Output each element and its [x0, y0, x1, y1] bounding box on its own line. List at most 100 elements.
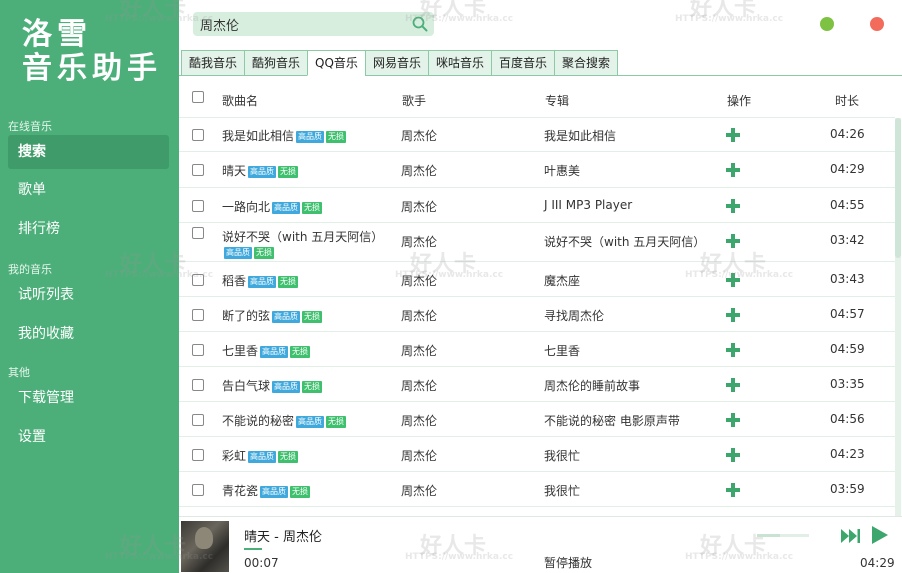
row-checkbox[interactable]	[192, 344, 204, 356]
artist-cell[interactable]: 周杰伦	[401, 233, 437, 250]
tab-2[interactable]: QQ音乐	[307, 50, 365, 76]
add-icon[interactable]	[725, 377, 741, 393]
album-cell[interactable]: 我是如此相信	[544, 127, 616, 144]
artist-cell[interactable]: 周杰伦	[401, 198, 437, 215]
album-cover[interactable]	[181, 521, 229, 572]
song-name[interactable]: 晴天	[222, 164, 246, 178]
table-row[interactable]: 稻香 高品质 无损 周杰伦 魔杰座 03:43	[179, 262, 895, 297]
artist-cell[interactable]: 周杰伦	[401, 162, 437, 179]
progress-bar[interactable]	[244, 548, 262, 550]
header-action: 操作	[727, 94, 752, 108]
sidebar-item-charts[interactable]: 排行榜	[8, 212, 169, 246]
add-icon[interactable]	[725, 162, 741, 178]
sidebar-item-downloads[interactable]: 下载管理	[8, 381, 169, 415]
add-icon[interactable]	[725, 482, 741, 498]
artist-cell[interactable]: 周杰伦	[401, 272, 437, 289]
table-row[interactable]: 我是如此相信 高品质 无损 周杰伦 我是如此相信 04:26	[179, 118, 895, 152]
sidebar-item-playlists[interactable]: 歌单	[8, 173, 169, 207]
volume-fill	[757, 534, 780, 537]
artist-cell[interactable]: 周杰伦	[401, 447, 437, 464]
song-name[interactable]: 断了的弦	[222, 309, 270, 323]
add-icon[interactable]	[725, 127, 741, 143]
song-name[interactable]: 我是如此相信	[222, 129, 294, 143]
header-song-name: 歌曲名	[222, 94, 259, 108]
album-cell[interactable]: J III MP3 Player	[544, 198, 632, 212]
album-cell[interactable]: 我很忙	[544, 447, 580, 464]
artist-cell[interactable]: 周杰伦	[401, 377, 437, 394]
search-icon[interactable]	[412, 16, 428, 32]
table-row[interactable]: 七里香 高品质 无损 周杰伦 七里香 04:59	[179, 332, 895, 367]
tab-0[interactable]: 酷我音乐	[181, 50, 245, 76]
artist-cell[interactable]: 周杰伦	[401, 127, 437, 144]
table-scrollbar[interactable]	[895, 118, 901, 516]
tab-1[interactable]: 酷狗音乐	[244, 50, 308, 76]
add-icon[interactable]	[725, 272, 741, 288]
row-checkbox[interactable]	[192, 484, 204, 496]
sidebar-item-settings[interactable]: 设置	[8, 420, 169, 454]
artist-cell[interactable]: 周杰伦	[401, 482, 437, 499]
song-name[interactable]: 七里香	[222, 344, 258, 358]
row-checkbox[interactable]	[192, 449, 204, 461]
add-icon[interactable]	[725, 412, 741, 428]
song-name[interactable]: 告白气球	[222, 379, 270, 393]
row-checkbox[interactable]	[192, 414, 204, 426]
volume-slider[interactable]	[757, 534, 809, 537]
add-icon[interactable]	[725, 198, 741, 214]
table-row[interactable]: 青花瓷 高品质 无损 周杰伦 我很忙 03:59	[179, 472, 895, 507]
badge-high-quality: 高品质	[248, 275, 277, 288]
album-cell[interactable]: 魔杰座	[544, 272, 580, 289]
album-cell[interactable]: 我很忙	[544, 482, 580, 499]
song-name[interactable]: 说好不哭（with 五月天阿信）	[222, 230, 383, 244]
duration-cell: 03:59	[830, 482, 865, 496]
song-name[interactable]: 青花瓷	[222, 484, 258, 498]
play-icon[interactable]	[871, 525, 889, 545]
add-icon[interactable]	[725, 447, 741, 463]
select-all-checkbox[interactable]	[192, 91, 204, 103]
row-checkbox[interactable]	[192, 309, 204, 321]
search-input[interactable]	[193, 12, 403, 36]
table-row[interactable]: 晴天 高品质 无损 周杰伦 叶惠美 04:29	[179, 152, 895, 188]
tab-4[interactable]: 咪咕音乐	[427, 50, 491, 76]
album-cell[interactable]: 说好不哭（with 五月天阿信）	[544, 233, 705, 250]
song-name[interactable]: 彩虹	[222, 449, 246, 463]
album-cell[interactable]: 叶惠美	[544, 162, 580, 179]
row-checkbox[interactable]	[192, 200, 204, 212]
sidebar-item-search[interactable]: 搜索	[8, 135, 169, 169]
sidebar-item-favorites[interactable]: 我的收藏	[8, 317, 169, 351]
song-name[interactable]: 不能说的秘密	[222, 414, 294, 428]
table-row[interactable]: 彩虹 高品质 无损 周杰伦 我很忙 04:23	[179, 437, 895, 472]
sidebar-item-listen-list[interactable]: 试听列表	[8, 278, 169, 312]
album-cell[interactable]: 寻找周杰伦	[544, 307, 604, 324]
tab-3[interactable]: 网易音乐	[364, 50, 428, 76]
row-checkbox[interactable]	[192, 274, 204, 286]
song-name-cell: 说好不哭（with 五月天阿信） 高品质 无损	[222, 228, 383, 259]
add-icon[interactable]	[725, 233, 741, 249]
artist-cell[interactable]: 周杰伦	[401, 307, 437, 324]
row-checkbox[interactable]	[192, 129, 204, 141]
table-row[interactable]: 一路向北 高品质 无损 周杰伦 J III MP3 Player 04:55	[179, 188, 895, 223]
badge-high-quality: 高品质	[272, 201, 301, 214]
song-name[interactable]: 稻香	[222, 274, 246, 288]
table-row[interactable]: 断了的弦 高品质 无损 周杰伦 寻找周杰伦 04:57	[179, 297, 895, 332]
row-checkbox[interactable]	[192, 227, 204, 239]
next-track-icon[interactable]	[841, 528, 861, 544]
song-name[interactable]: 一路向北	[222, 200, 270, 214]
table-row[interactable]: 说好不哭（with 五月天阿信） 高品质 无损 周杰伦 说好不哭（with 五月天阿信）…	[179, 223, 895, 262]
add-icon[interactable]	[725, 307, 741, 323]
album-cell[interactable]: 周杰伦的睡前故事	[544, 377, 640, 394]
close-button[interactable]	[870, 17, 884, 31]
artist-cell[interactable]: 周杰伦	[401, 412, 437, 429]
tab-6[interactable]: 聚合搜索	[553, 50, 618, 76]
table-row[interactable]: 告白气球 高品质 无损 周杰伦 周杰伦的睡前故事 03:35	[179, 367, 895, 402]
album-cell[interactable]: 不能说的秘密 电影原声带	[544, 412, 680, 429]
add-icon[interactable]	[725, 342, 741, 358]
row-checkbox[interactable]	[192, 164, 204, 176]
scrollbar-thumb[interactable]	[895, 118, 901, 258]
minimize-button[interactable]	[820, 17, 834, 31]
artist-cell[interactable]: 周杰伦	[401, 342, 437, 359]
tab-5[interactable]: 百度音乐	[490, 50, 554, 76]
player-bar: 晴天 - 周杰伦 00:07 暂停播放 04:29	[179, 516, 902, 573]
table-row[interactable]: 不能说的秘密 高品质 无损 周杰伦 不能说的秘密 电影原声带 04:56	[179, 402, 895, 437]
row-checkbox[interactable]	[192, 379, 204, 391]
album-cell[interactable]: 七里香	[544, 342, 580, 359]
